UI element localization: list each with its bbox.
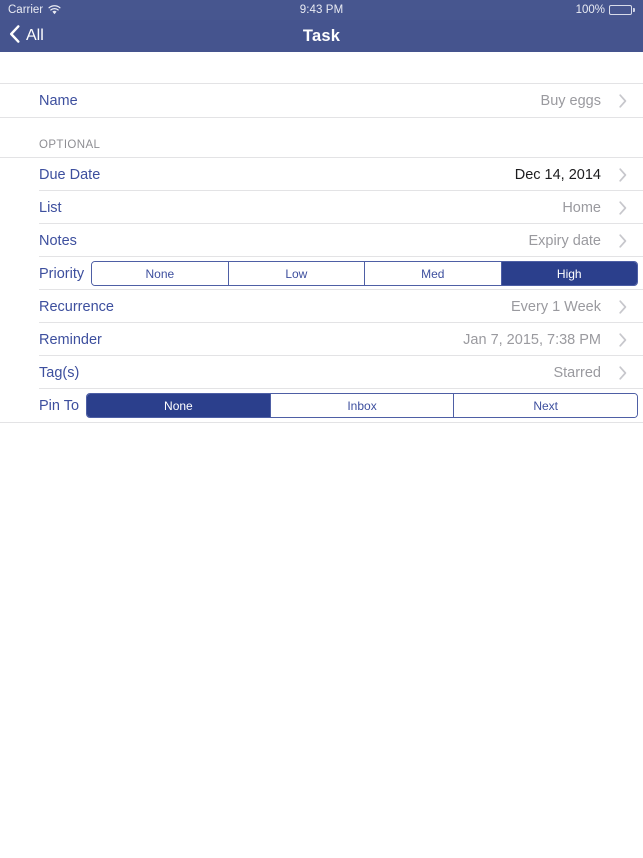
optional-section-header-wrap: OPTIONAL [0,118,643,157]
row-tags-label: Tag(s) [39,364,80,381]
row-list-label: List [39,199,62,216]
pin-to-segmented-control[interactable]: None Inbox Next [86,393,638,418]
pin-to-segment-inbox[interactable]: Inbox [270,394,455,417]
chevron-right-icon [611,233,643,248]
status-bar-right: 100% [576,4,635,16]
row-due-date-value: Dec 14, 2014 [514,166,601,183]
optional-section-header: OPTIONAL [0,118,643,157]
page-title: Task [302,26,341,45]
name-group: Name Buy eggs [0,83,643,118]
row-notes-value: Expiry date [528,232,601,249]
back-button[interactable]: All [0,24,44,48]
row-list[interactable]: List Home [0,191,643,224]
row-notes[interactable]: Notes Expiry date [0,224,643,257]
row-list-value: Home [562,199,601,216]
row-reminder-label: Reminder [39,331,102,348]
status-bar: Carrier 9:43 PM 100% [0,0,643,20]
optional-group: Due Date Dec 14, 2014 List Home Notes Ex… [0,157,643,423]
row-recurrence-value: Every 1 Week [511,298,601,315]
chevron-right-icon [611,365,643,380]
row-recurrence[interactable]: Recurrence Every 1 Week [0,290,643,323]
row-name-label: Name [39,92,78,109]
form-content: Name Buy eggs OPTIONAL Due Date Dec 14, … [0,52,643,423]
row-priority-label: Priority [39,265,85,282]
row-pin-to: Pin To None Inbox Next [0,389,643,422]
pin-to-segment-next[interactable]: Next [454,394,638,417]
chevron-right-icon [611,167,643,182]
row-name[interactable]: Name Buy eggs [0,84,643,117]
chevron-right-icon [611,93,643,108]
priority-segmented-control[interactable]: None Low Med High [91,261,638,286]
row-tags-value: Starred [553,364,601,381]
chevron-right-icon [611,299,643,314]
battery-full-icon [609,5,635,15]
priority-segment-low[interactable]: Low [228,262,366,285]
chevron-right-icon [611,332,643,347]
back-button-label: All [26,27,44,44]
row-recurrence-label: Recurrence [39,298,114,315]
task-detail-screen: Carrier 9:43 PM 100% All Task Name Buy e… [0,0,643,858]
priority-segment-med[interactable]: Med [365,262,502,285]
row-due-date-label: Due Date [39,166,101,183]
row-reminder[interactable]: Reminder Jan 7, 2015, 7:38 PM [0,323,643,356]
chevron-left-icon [9,24,20,48]
priority-segment-high[interactable]: High [501,262,637,285]
row-priority: Priority None Low Med High [0,257,643,290]
row-due-date[interactable]: Due Date Dec 14, 2014 [0,158,643,191]
priority-segment-none[interactable]: None [92,262,229,285]
row-notes-label: Notes [39,232,77,249]
row-tags[interactable]: Tag(s) Starred [0,356,643,389]
status-bar-clock: 9:43 PM [299,4,344,16]
top-spacer [0,52,643,83]
navigation-bar: All Task [0,20,643,52]
row-reminder-value: Jan 7, 2015, 7:38 PM [463,331,601,348]
row-pin-to-label: Pin To [39,397,80,414]
row-name-value: Buy eggs [540,92,601,109]
battery-percent-label: 100% [575,4,605,16]
pin-to-segment-none[interactable]: None [87,394,271,417]
chevron-right-icon [611,200,643,215]
